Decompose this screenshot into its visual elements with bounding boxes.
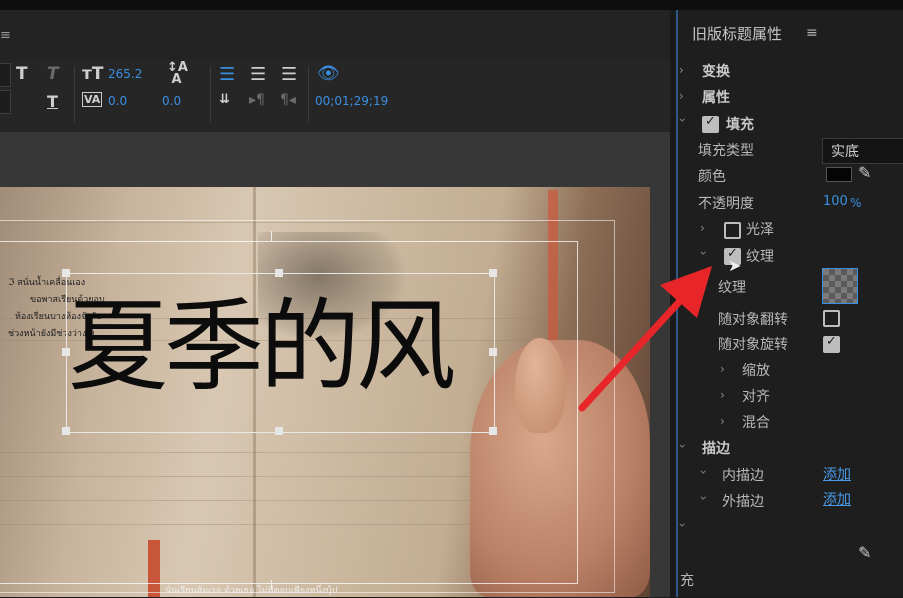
panel-bottom-text: 充 (680, 573, 694, 589)
tab-stops-icon[interactable]: ⇊ (219, 92, 230, 107)
align-left-icon[interactable]: ☰ (219, 64, 235, 85)
scale-label[interactable]: 缩放 (742, 360, 770, 380)
opacity-unit: % (850, 196, 862, 210)
sheen-checkbox[interactable] (724, 222, 741, 239)
flip-with-object-label: 随对象翻转 (718, 312, 788, 328)
chevron-right-icon[interactable]: › (679, 89, 684, 103)
chevron-right-icon[interactable]: › (679, 63, 684, 77)
texture-label: 纹理 (718, 280, 746, 296)
fill-checkbox[interactable] (702, 114, 719, 133)
texture-thumbnail[interactable] (822, 268, 858, 304)
resize-handle[interactable] (62, 427, 70, 435)
eyedropper-icon[interactable]: ✎ (858, 543, 871, 562)
chevron-right-icon[interactable]: › (720, 414, 725, 428)
section-properties[interactable]: 属性 (702, 87, 730, 107)
separator (308, 66, 309, 122)
separator (74, 66, 75, 122)
font-style-field[interactable] (0, 90, 11, 114)
sheen-label[interactable]: 光泽 (746, 219, 774, 239)
indent-left-icon[interactable]: ▸¶ (249, 92, 265, 108)
align-label[interactable]: 对齐 (742, 386, 770, 406)
background-timecode[interactable]: 00;01;29;19 (315, 94, 388, 108)
section-transform[interactable]: 变换 (702, 61, 730, 81)
color-swatch[interactable] (826, 167, 852, 182)
kerning-icon: VA (82, 92, 103, 107)
subtitle-fragment: นั่นเรียนส้มเรอ ด้วยเธอ ไม่มีตลบเพียงหนึ… (165, 586, 338, 596)
resize-handle[interactable] (62, 348, 70, 356)
chevron-down-icon[interactable]: › (675, 118, 689, 123)
bold-icon[interactable]: T (16, 64, 28, 84)
chevron-down-icon[interactable]: › (696, 251, 710, 256)
leading-icon: ↕A A (167, 60, 188, 87)
flip-with-object-checkbox[interactable] (823, 310, 840, 327)
chevron-down-icon[interactable]: › (696, 496, 710, 501)
panel-focus-border (676, 10, 678, 597)
section-stroke[interactable]: 描边 (702, 438, 730, 458)
center-tick-top (271, 231, 272, 241)
fill-type-label: 填充类型 (698, 143, 754, 159)
resize-handle[interactable] (275, 269, 283, 277)
separator (210, 66, 211, 122)
font-family-field[interactable] (0, 63, 11, 87)
indent-right-icon[interactable]: ¶◂ (280, 92, 296, 108)
mouse-cursor-icon: ➤ (728, 256, 742, 275)
font-size-icon: ᴛT (82, 64, 104, 84)
align-right-icon[interactable]: ☰ (281, 64, 297, 85)
resize-handle[interactable] (489, 269, 497, 277)
chevron-right-icon[interactable]: › (700, 221, 705, 235)
chevron-down-icon[interactable]: › (675, 523, 689, 528)
chevron-down-icon[interactable]: › (675, 444, 689, 449)
outer-stroke-add-link[interactable]: 添加 (823, 489, 851, 509)
menu-icon[interactable]: ≡ (0, 28, 11, 43)
opacity-value[interactable]: 100 (823, 194, 848, 209)
opacity-label: 不透明度 (698, 196, 754, 212)
chevron-down-icon[interactable]: › (696, 470, 710, 475)
chevron-right-icon[interactable]: › (720, 388, 725, 402)
panel-title: 旧版标题属性 (692, 25, 783, 43)
fill-type-value[interactable]: 实底 (831, 141, 859, 161)
inner-stroke-add-link[interactable]: 添加 (823, 464, 851, 484)
blend-label[interactable]: 混合 (742, 412, 770, 432)
resize-handle[interactable] (489, 427, 497, 435)
resize-handle[interactable] (489, 348, 497, 356)
panel-menu-icon[interactable]: ≡ (806, 25, 818, 41)
resize-handle[interactable] (62, 269, 70, 277)
texture-section-label[interactable]: 纹理 (746, 246, 774, 266)
designer-header: ≡ (0, 10, 670, 60)
kerning-value[interactable]: 0.0 (108, 94, 127, 108)
chevron-right-icon[interactable]: › (720, 362, 725, 376)
title-toolbar: T T T ᴛT 265.2 VA 0.0 ↕A A 0.0 ☰ ☰ ☰ ⇊ ▸… (0, 60, 670, 132)
outer-stroke-label: 外描边 (722, 494, 764, 510)
font-size-value[interactable]: 265.2 (108, 67, 142, 81)
show-background-video-icon[interactable]: 👁 (317, 63, 340, 84)
top-strip (0, 0, 903, 10)
text-selection-box[interactable] (66, 273, 495, 433)
eyedropper-icon[interactable]: ✎ (858, 163, 871, 182)
color-label: 颜色 (698, 169, 726, 185)
underline-icon[interactable]: T (47, 92, 58, 111)
section-fill[interactable]: 填充 (726, 114, 754, 134)
leading-value[interactable]: 0.0 (162, 94, 181, 108)
rotate-with-object-label: 随对象旋转 (718, 337, 788, 353)
inner-stroke-label: 内描边 (722, 468, 764, 484)
italic-icon[interactable]: T (47, 64, 59, 84)
align-center-icon[interactable]: ☰ (250, 64, 266, 85)
rotate-with-object-checkbox[interactable] (823, 334, 840, 353)
resize-handle[interactable] (275, 427, 283, 435)
